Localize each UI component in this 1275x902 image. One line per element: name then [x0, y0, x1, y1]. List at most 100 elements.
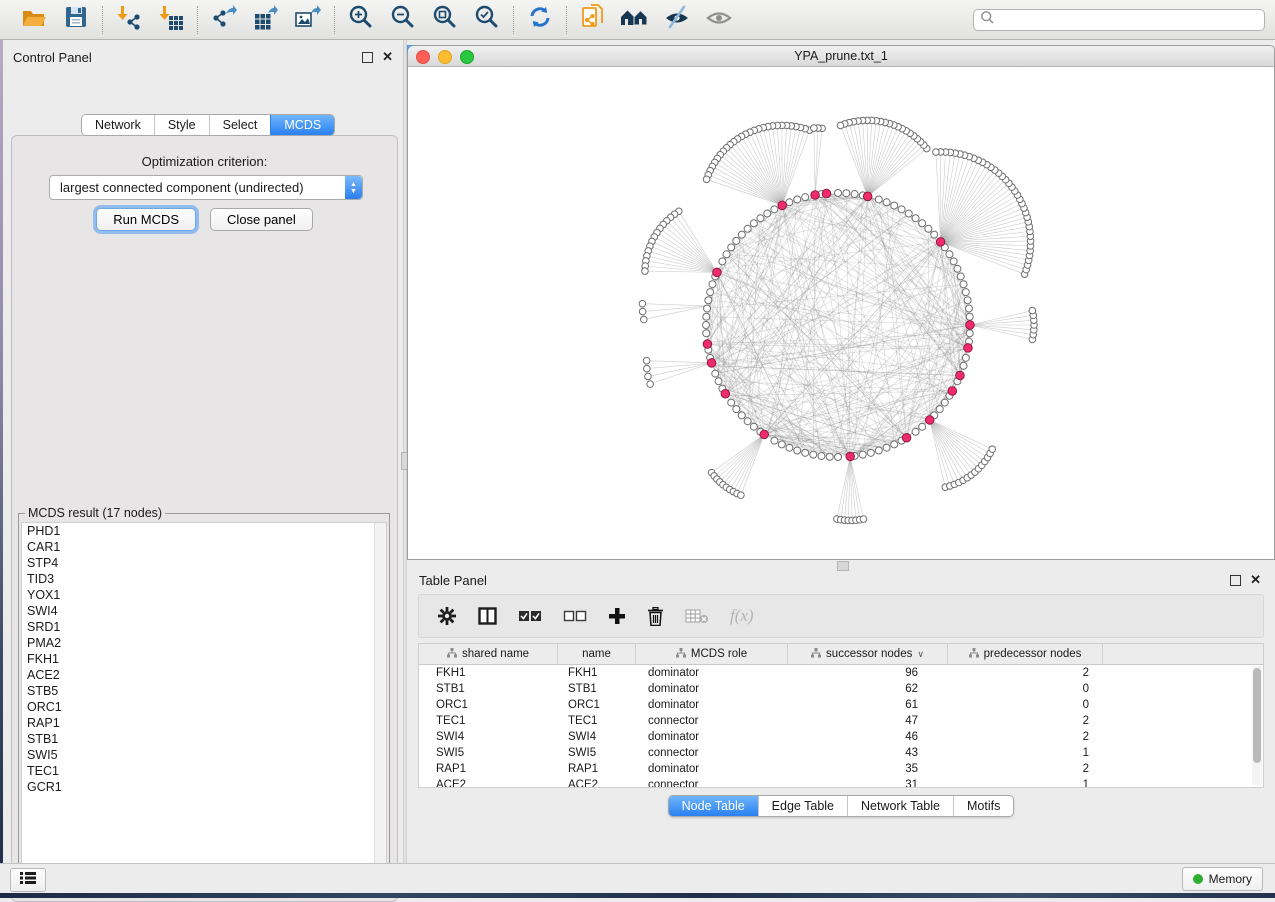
column-header-shared-name[interactable]: shared name	[419, 644, 558, 664]
mcds-result-item[interactable]: RAP1	[22, 715, 386, 731]
cell[interactable]: dominator	[636, 665, 788, 681]
mcds-result-item[interactable]: SRD1	[22, 619, 386, 635]
show-graphics-details-button[interactable]	[704, 5, 734, 35]
cell[interactable]: 0	[948, 697, 1103, 713]
cell[interactable]: 35	[788, 761, 948, 777]
mcds-result-item[interactable]: STB5	[22, 683, 386, 699]
table-row-TEC1[interactable]: TEC1TEC1connector472	[419, 713, 1263, 729]
mcds-node[interactable]	[846, 452, 855, 461]
cell[interactable]: 31	[788, 777, 948, 788]
mcds-node[interactable]	[721, 389, 730, 398]
save-session-button[interactable]	[61, 5, 91, 35]
cell[interactable]: SWI4	[419, 729, 558, 745]
cell[interactable]: RAP1	[558, 761, 636, 777]
mcds-result-item[interactable]: PMA2	[22, 635, 386, 651]
cell[interactable]: dominator	[636, 697, 788, 713]
table-tab-network-table[interactable]: Network Table	[847, 796, 953, 816]
zoom-selected-button[interactable]	[472, 5, 502, 35]
tab-network[interactable]: Network	[82, 115, 154, 135]
cell[interactable]: STB1	[558, 681, 636, 697]
mcds-result-item[interactable]: TEC1	[22, 763, 386, 779]
column-header-name[interactable]: name	[558, 644, 636, 664]
run-mcds-button[interactable]: Run MCDS	[96, 208, 196, 231]
cell[interactable]: 2	[948, 713, 1103, 729]
import-network-button[interactable]	[114, 5, 144, 35]
table-row-ORC1[interactable]: ORC1ORC1dominator610	[419, 697, 1263, 713]
cell[interactable]: connector	[636, 713, 788, 729]
zoom-fit-button[interactable]	[430, 5, 460, 35]
refresh-styles-button[interactable]	[525, 5, 555, 35]
float-panel-button[interactable]	[362, 52, 373, 63]
cell[interactable]: 61	[788, 697, 948, 713]
mcds-result-item[interactable]: PHD1	[22, 523, 386, 539]
close-table-panel-button[interactable]: ✕	[1250, 575, 1261, 585]
cell[interactable]: STB1	[419, 681, 558, 697]
float-table-panel-button[interactable]	[1230, 575, 1241, 586]
mcds-node[interactable]	[948, 387, 957, 396]
mcds-node[interactable]	[925, 416, 934, 425]
mcds-result-item[interactable]: ACE2	[22, 667, 386, 683]
table-scrollbar-thumb[interactable]	[1253, 668, 1261, 763]
cell[interactable]: 47	[788, 713, 948, 729]
column-header-successor-nodes[interactable]: successor nodes∨	[788, 644, 948, 664]
cell[interactable]: connector	[636, 777, 788, 788]
table-row-SWI5[interactable]: SWI5SWI5connector431	[419, 745, 1263, 761]
close-window-light[interactable]	[416, 50, 430, 64]
mcds-result-item[interactable]: FKH1	[22, 651, 386, 667]
export-network-button[interactable]	[209, 5, 239, 35]
mcds-node[interactable]	[936, 238, 945, 247]
search-input[interactable]	[995, 12, 1258, 28]
cell[interactable]: ORC1	[419, 697, 558, 713]
cell[interactable]: 43	[788, 745, 948, 761]
zoom-out-button[interactable]	[388, 5, 418, 35]
mcds-node[interactable]	[902, 433, 911, 442]
cell[interactable]: TEC1	[419, 713, 558, 729]
mcds-result-item[interactable]: STP4	[22, 555, 386, 571]
export-table-button[interactable]	[251, 5, 281, 35]
mcds-result-item[interactable]: CAR1	[22, 539, 386, 555]
cell[interactable]: 46	[788, 729, 948, 745]
tab-style[interactable]: Style	[154, 115, 209, 135]
column-header-MCDS-role[interactable]: MCDS role	[636, 644, 788, 664]
table-tab-motifs[interactable]: Motifs	[953, 796, 1013, 816]
import-table-button[interactable]	[156, 5, 186, 35]
export-image-button[interactable]	[293, 5, 323, 35]
cell[interactable]: 1	[948, 777, 1103, 788]
cell[interactable]: 2	[948, 729, 1103, 745]
memory-button[interactable]: Memory	[1182, 867, 1263, 891]
cell[interactable]: SWI4	[558, 729, 636, 745]
gear-button[interactable]	[437, 606, 457, 626]
mcds-result-item[interactable]: ORC1	[22, 699, 386, 715]
mcds-node[interactable]	[964, 344, 973, 353]
mcds-node[interactable]	[703, 340, 712, 349]
mcds-node[interactable]	[863, 192, 872, 201]
table-tab-node-table[interactable]: Node Table	[669, 796, 758, 816]
cell[interactable]: 0	[948, 681, 1103, 697]
cell[interactable]: 96	[788, 665, 948, 681]
table-row-STB1[interactable]: STB1STB1dominator620	[419, 681, 1263, 697]
mcds-node[interactable]	[822, 189, 831, 198]
mcds-node[interactable]	[707, 359, 716, 368]
mcds-result-item[interactable]: YOX1	[22, 587, 386, 603]
mcds-result-item[interactable]: TID3	[22, 571, 386, 587]
horizontal-splitter-handle[interactable]	[837, 561, 849, 571]
mcds-node[interactable]	[811, 191, 820, 200]
column-header-predecessor-nodes[interactable]: predecessor nodes	[948, 644, 1103, 664]
open-session-button[interactable]	[19, 5, 49, 35]
cell[interactable]: TEC1	[558, 713, 636, 729]
mcds-result-item[interactable]: SWI5	[22, 747, 386, 763]
mcds-node[interactable]	[760, 430, 769, 439]
delete-entry-button[interactable]	[647, 607, 664, 626]
mcds-node[interactable]	[778, 201, 787, 210]
cell[interactable]: dominator	[636, 761, 788, 777]
table-scrollbar[interactable]	[1252, 666, 1262, 785]
delete-table-button[interactable]	[685, 608, 709, 624]
zoom-in-button[interactable]	[346, 5, 376, 35]
cell[interactable]: dominator	[636, 729, 788, 745]
table-row-RAP1[interactable]: RAP1RAP1dominator352	[419, 761, 1263, 777]
network-canvas[interactable]	[408, 67, 1274, 560]
cell[interactable]: 1	[948, 745, 1103, 761]
network-window-titlebar[interactable]: YPA_prune.txt_1	[408, 46, 1274, 67]
table-row-ACE2[interactable]: ACE2ACE2connector311	[419, 777, 1263, 788]
task-history-button[interactable]	[10, 868, 46, 892]
